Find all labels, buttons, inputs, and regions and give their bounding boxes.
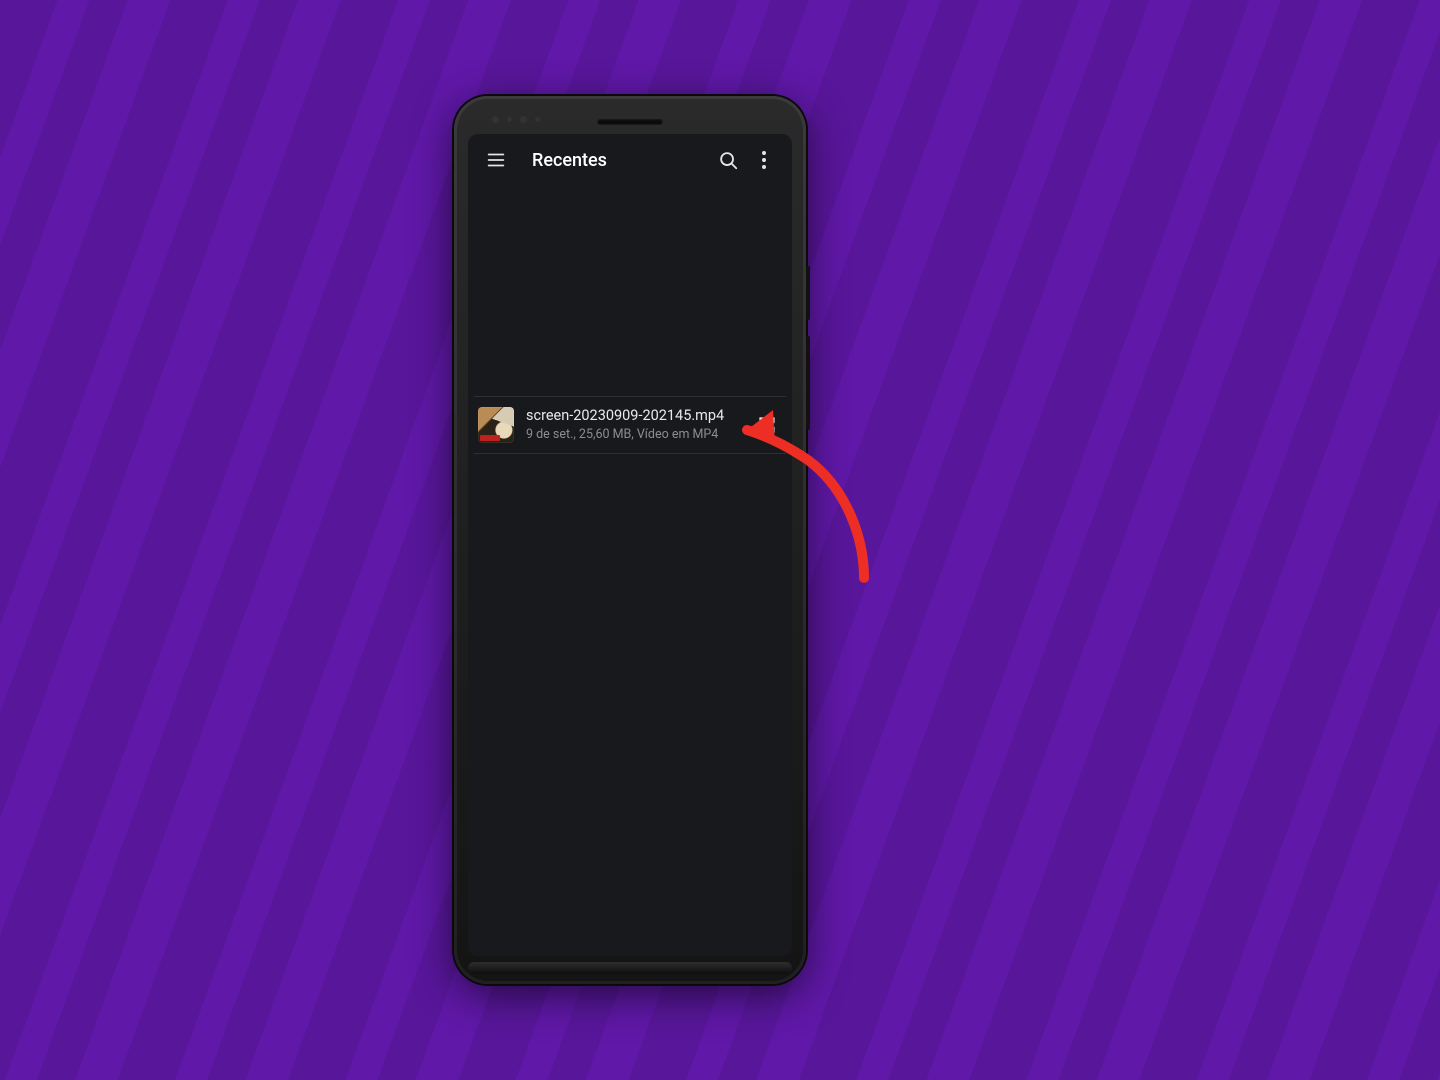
phone-frame: Recentes screen-20230909-202145.mp4 9 de… [454,96,806,984]
phone-top-hardware [454,114,806,130]
hamburger-icon[interactable] [478,142,514,178]
page-title: Recentes [532,150,710,171]
file-meta: screen-20230909-202145.mp4 9 de set., 25… [526,407,740,443]
file-name: screen-20230909-202145.mp4 [526,407,740,425]
file-list: screen-20230909-202145.mp4 9 de set., 25… [468,396,792,454]
file-subtitle: 9 de set., 25,60 MB, Vídeo em MP4 [526,427,740,443]
sensor-cluster [492,116,540,123]
earpiece [597,119,663,125]
app-bar: Recentes [468,134,792,186]
side-button-volume [806,336,810,430]
search-icon[interactable] [710,142,746,178]
expand-icon[interactable] [752,410,782,440]
list-divider [474,453,786,454]
phone-chin [468,962,792,974]
file-thumbnail [478,407,514,443]
more-vert-icon[interactable] [746,142,782,178]
file-row[interactable]: screen-20230909-202145.mp4 9 de set., 25… [468,397,792,453]
phone-screen: Recentes screen-20230909-202145.mp4 9 de… [468,134,792,956]
side-button-power [806,266,810,320]
